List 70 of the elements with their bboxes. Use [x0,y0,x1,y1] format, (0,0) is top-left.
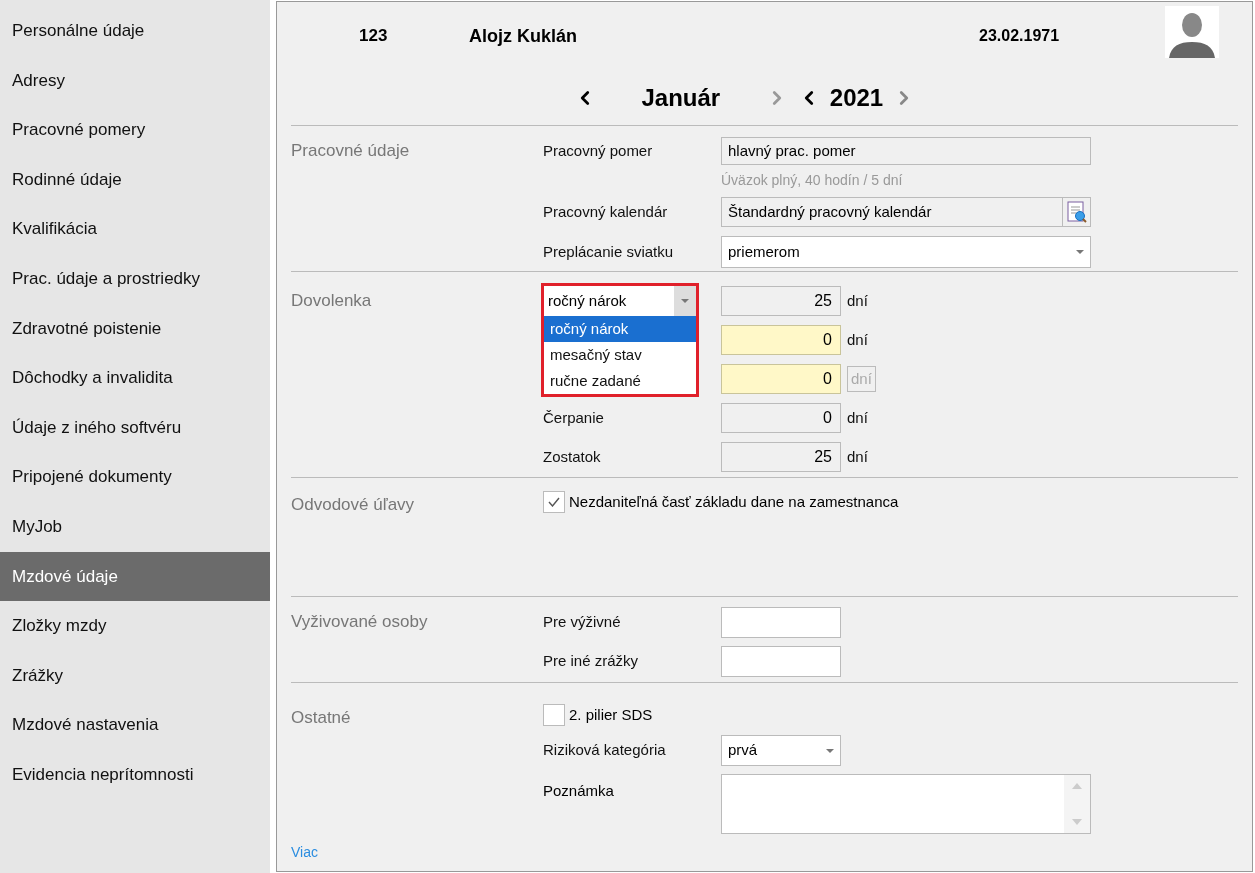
sidebar-item[interactable]: Rodinné údaje [0,154,270,205]
relation-note: Úväzok plný, 40 hodín / 5 dní [721,171,904,190]
sidebar-item[interactable]: Zdravotné poistenie [0,303,270,354]
dropdown-caret-icon [1076,250,1084,254]
employee-name: Alojz Kuklán [469,24,578,48]
sidebar-item[interactable]: Údaje z iného softvéru [0,402,270,453]
document-search-icon [1066,201,1087,223]
section-title: Odvodové úľavy [291,494,416,516]
avatar-icon [1165,6,1219,58]
sidebar-item[interactable]: Evidencia neprítomnosti [0,749,270,800]
unit-label: dní [847,446,868,467]
unit-label: dní [847,366,876,392]
dropdown-caret-icon [681,299,689,303]
relation-field: hlavný prac. pomer [721,137,1091,165]
sidebar-item[interactable]: MyJob [0,501,270,552]
checkbox-label: 2. pilier SDS [569,704,653,725]
checkmark-icon [548,497,560,507]
field-label: Čerpanie [543,407,605,428]
sidebar-item[interactable]: Adresy [0,55,270,106]
field-label: Pracovný kalendár [543,201,669,222]
sidebar-item[interactable]: Zložky mzdy [0,601,270,651]
dropdown-option[interactable]: ročný nárok [544,316,696,342]
amount-field[interactable] [721,607,841,638]
field-label: Preplácanie sviatku [543,241,675,262]
dropdown-option[interactable]: ručne zadané [544,368,696,394]
days-field[interactable]: 0 [721,364,841,394]
unit-label: dní [847,290,868,311]
field-label: Poznámka [543,781,615,801]
checkbox[interactable] [543,491,565,513]
checkbox-label: Nezdaniteľná časť základu dane na zamestnanca [569,491,899,512]
note-field[interactable] [721,774,1091,834]
section-title: Pracovné údaje [291,140,411,162]
browse-button[interactable] [1063,197,1091,227]
scroll-up-icon[interactable] [1072,783,1082,789]
sidebar-item[interactable]: Pripojené dokumenty [0,452,270,502]
birth-date: 23.02.1971 [979,26,1061,46]
sidebar-item[interactable]: Personálne údaje [0,6,270,56]
risk-dropdown[interactable]: prvá [721,735,841,766]
scroll-down-icon[interactable] [1072,819,1082,825]
dropdown-caret-icon [826,748,834,753]
month-label: Január [640,82,722,113]
sidebar-item[interactable]: Mzdové údaje [0,551,270,602]
sidebar-item[interactable]: Mzdové nastavenia [0,700,270,750]
employee-number: 123 [359,25,389,48]
sidebar-item[interactable]: Kvalifikácia [0,204,270,254]
checkbox[interactable] [543,704,565,726]
section-title: Dovolenka [291,290,373,312]
unit-label: dní [847,329,868,350]
days-field: 0 [721,403,841,433]
section-title: Ostatné [291,707,352,729]
dropdown-caret-button[interactable] [674,286,696,316]
days-field[interactable]: 0 [721,325,841,355]
field-label: Zostatok [543,446,602,467]
days-field: 25 [721,442,841,472]
field-label: Pracovný pomer [543,140,654,161]
unit-label: dní [847,407,868,428]
days-field: 25 [721,286,841,316]
calendar-field: Štandardný pracovný kalendár [721,197,1063,227]
field-label: Pre výživné [543,612,622,633]
dropdown-option[interactable]: mesačný stav [544,342,696,368]
field-label: Pre iné zrážky [543,651,640,672]
section-title: Vyživované osoby [291,611,429,633]
sidebar-item[interactable]: Dôchodky a invalidita [0,353,270,403]
holiday-dropdown[interactable]: priemerom [721,236,1091,268]
amount-field[interactable] [721,646,841,677]
sidebar-item[interactable]: Zrážky [0,650,270,701]
field-label: Riziková kategória [543,740,667,761]
sidebar-item[interactable]: Pracovné pomery [0,105,270,155]
year-label: 2021 [829,82,884,113]
sidebar-item[interactable]: Prac. údaje a prostriedky [0,253,270,304]
